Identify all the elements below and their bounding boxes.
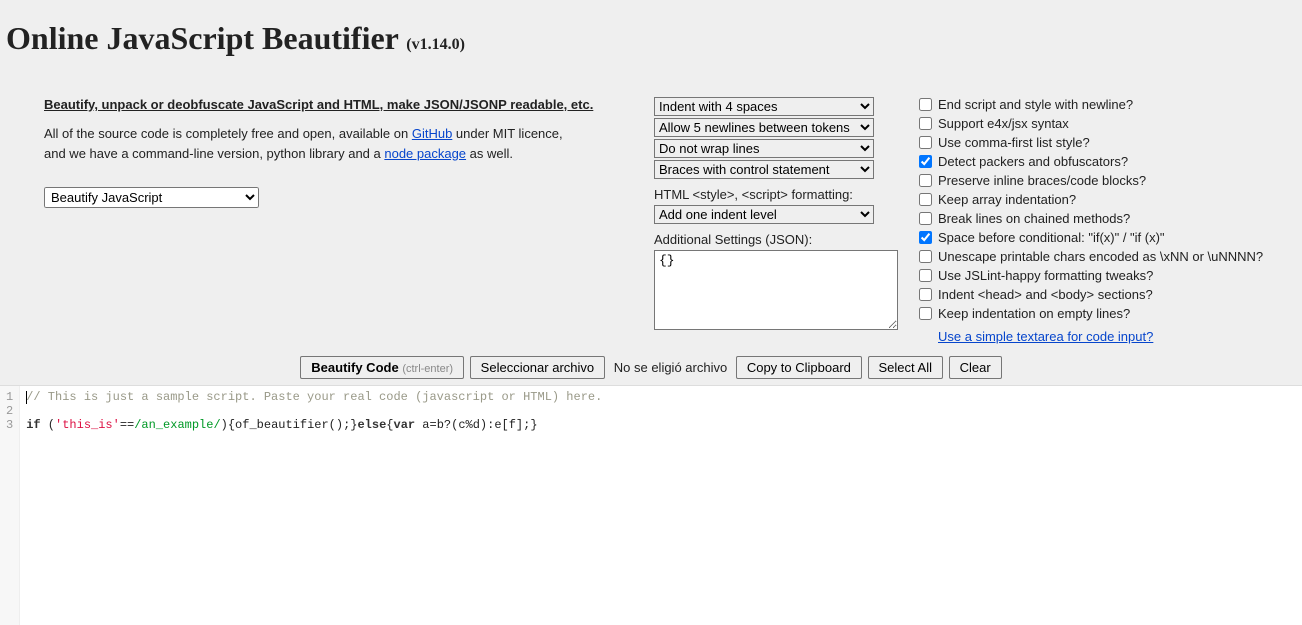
beautify-button[interactable]: Beautify Code (ctrl-enter) — [300, 356, 464, 379]
wrap-select[interactable]: Do not wrap lines — [654, 139, 874, 158]
opt-label: Unescape printable chars encoded as \xNN… — [938, 249, 1263, 264]
line-gutter: 1 2 3 — [0, 386, 20, 625]
opt-label: Use comma-first list style? — [938, 135, 1090, 150]
simple-textarea-link[interactable]: Use a simple textarea for code input? — [938, 329, 1153, 344]
select-all-button[interactable]: Select All — [868, 356, 943, 379]
github-link[interactable]: GitHub — [412, 126, 452, 141]
opt-label: Support e4x/jsx syntax — [938, 116, 1069, 131]
unescape-checkbox[interactable] — [919, 250, 932, 263]
html-format-label: HTML <style>, <script> formatting: — [654, 187, 919, 202]
html-format-select[interactable]: Add one indent level — [654, 205, 874, 224]
desc-text: All of the source code is completely fre… — [44, 126, 412, 141]
opt-label: Keep indentation on empty lines? — [938, 306, 1130, 321]
opt-label: Use JSLint-happy formatting tweaks? — [938, 268, 1153, 283]
opt-label: Preserve inline braces/code blocks? — [938, 173, 1146, 188]
version-text: (v1.14.0) — [406, 36, 465, 53]
e4x-checkbox[interactable] — [919, 117, 932, 130]
subtitle: Beautify, unpack or deobfuscate JavaScri… — [44, 97, 654, 112]
braces-select[interactable]: Braces with control statement — [654, 160, 874, 179]
additional-settings-label: Additional Settings (JSON): — [654, 232, 919, 247]
detect-packers-checkbox[interactable] — [919, 155, 932, 168]
opt-label: Indent <head> and <body> sections? — [938, 287, 1153, 302]
code-editor[interactable]: 1 2 3 // This is just a sample script. P… — [0, 385, 1302, 625]
indent-select[interactable]: Indent with 4 spaces — [654, 97, 874, 116]
clear-button[interactable]: Clear — [949, 356, 1002, 379]
newlines-select[interactable]: Allow 5 newlines between tokens — [654, 118, 874, 137]
additional-settings-input[interactable] — [654, 250, 898, 330]
node-package-link[interactable]: node package — [384, 146, 466, 161]
code-content[interactable]: // This is just a sample script. Paste y… — [20, 386, 1302, 625]
keep-array-checkbox[interactable] — [919, 193, 932, 206]
opt-label: Keep array indentation? — [938, 192, 1076, 207]
space-conditional-checkbox[interactable] — [919, 231, 932, 244]
desc-text: as well. — [466, 146, 513, 161]
language-select[interactable]: Beautify JavaScript — [44, 187, 259, 208]
action-bar: Beautify Code (ctrl-enter) Seleccionar a… — [0, 352, 1302, 385]
select-file-button[interactable]: Seleccionar archivo — [470, 356, 605, 379]
preserve-braces-checkbox[interactable] — [919, 174, 932, 187]
end-newline-checkbox[interactable] — [919, 98, 932, 111]
copy-clipboard-button[interactable]: Copy to Clipboard — [736, 356, 862, 379]
comma-first-checkbox[interactable] — [919, 136, 932, 149]
page-title: Online JavaScript Beautifier (v1.14.0) — [0, 0, 1302, 67]
jslint-checkbox[interactable] — [919, 269, 932, 282]
opt-label: Break lines on chained methods? — [938, 211, 1130, 226]
indent-head-checkbox[interactable] — [919, 288, 932, 301]
opt-label: End script and style with newline? — [938, 97, 1133, 112]
description: All of the source code is completely fre… — [44, 124, 654, 163]
title-text: Online JavaScript Beautifier — [6, 20, 398, 56]
file-status-text: No se eligió archivo — [614, 360, 727, 375]
opt-label: Detect packers and obfuscators? — [938, 154, 1128, 169]
opt-label: Space before conditional: "if(x)" / "if … — [938, 230, 1165, 245]
keep-indent-empty-checkbox[interactable] — [919, 307, 932, 320]
break-chained-checkbox[interactable] — [919, 212, 932, 225]
